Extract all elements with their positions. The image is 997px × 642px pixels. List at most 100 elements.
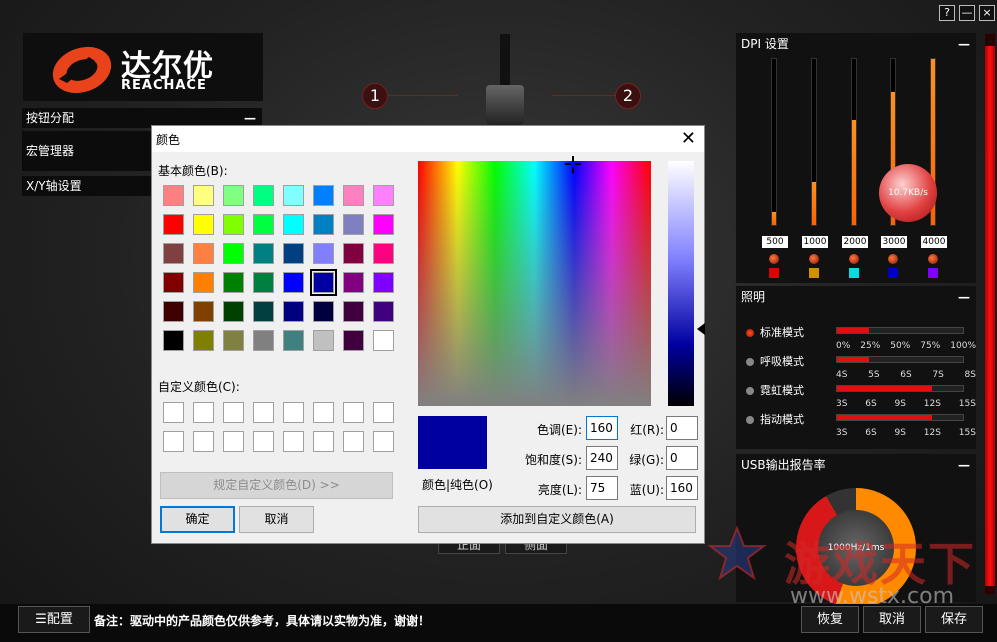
basic-color-swatch[interactable]: [343, 214, 364, 235]
lighting-slider[interactable]: [836, 385, 964, 392]
basic-color-swatch[interactable]: [283, 330, 304, 351]
lighting-slider[interactable]: [836, 356, 964, 363]
basic-color-swatch[interactable]: [313, 330, 334, 351]
custom-color-swatch[interactable]: [253, 431, 274, 452]
dpi-color-swatch[interactable]: [769, 268, 779, 278]
custom-color-swatch[interactable]: [313, 402, 334, 423]
basic-color-swatch[interactable]: [193, 330, 214, 351]
config-button[interactable]: ☰配置: [18, 606, 90, 633]
green-input[interactable]: 0: [666, 446, 698, 470]
basic-color-swatch[interactable]: [283, 214, 304, 235]
radio-icon[interactable]: [746, 358, 754, 366]
custom-color-swatch[interactable]: [373, 402, 394, 423]
custom-color-swatch[interactable]: [283, 431, 304, 452]
basic-color-swatch[interactable]: [343, 330, 364, 351]
dpi-color-swatch[interactable]: [849, 268, 859, 278]
blue-input[interactable]: 160: [666, 476, 698, 500]
basic-color-swatch[interactable]: [193, 272, 214, 293]
dpi-slider[interactable]: [811, 58, 817, 226]
restore-button[interactable]: 恢复: [801, 606, 859, 633]
define-custom-colors-button[interactable]: 规定自定义颜色(D) >>: [160, 472, 393, 499]
dialog-cancel-button[interactable]: 取消: [239, 506, 314, 533]
lighting-mode-option[interactable]: 霓虹模式: [746, 382, 804, 398]
cancel-button[interactable]: 取消: [863, 606, 921, 633]
basic-color-swatch[interactable]: [313, 214, 334, 235]
custom-color-swatch[interactable]: [313, 431, 334, 452]
custom-color-swatch[interactable]: [343, 402, 364, 423]
lighting-mode-option[interactable]: 指动模式: [746, 411, 804, 427]
basic-color-swatch[interactable]: [283, 243, 304, 264]
basic-color-swatch[interactable]: [373, 243, 394, 264]
radio-icon[interactable]: [746, 329, 754, 337]
dpi-indicator-dot[interactable]: [809, 254, 819, 264]
luminance-bar[interactable]: [668, 161, 694, 406]
basic-color-swatch[interactable]: [163, 330, 184, 351]
basic-color-swatch[interactable]: [253, 214, 274, 235]
hue-input[interactable]: 160: [586, 416, 618, 440]
add-to-custom-button[interactable]: 添加到自定义颜色(A): [418, 506, 696, 533]
basic-color-swatch[interactable]: [343, 185, 364, 206]
custom-color-swatch[interactable]: [223, 402, 244, 423]
dpi-slider[interactable]: [771, 58, 777, 226]
red-input[interactable]: 0: [666, 416, 698, 440]
radio-icon[interactable]: [746, 416, 754, 424]
dpi-indicator-dot[interactable]: [928, 254, 938, 264]
collapse-icon[interactable]: —: [958, 33, 970, 55]
basic-color-swatch[interactable]: [253, 185, 274, 206]
basic-color-swatch[interactable]: [223, 301, 244, 322]
basic-color-swatch[interactable]: [223, 330, 244, 351]
ok-button[interactable]: 确定: [160, 506, 235, 533]
custom-color-swatch[interactable]: [223, 431, 244, 452]
collapse-icon[interactable]: —: [958, 286, 970, 308]
custom-color-swatch[interactable]: [163, 431, 184, 452]
custom-color-swatch[interactable]: [343, 431, 364, 452]
basic-color-swatch[interactable]: [193, 301, 214, 322]
basic-color-swatch[interactable]: [283, 185, 304, 206]
basic-color-swatch[interactable]: [313, 301, 334, 322]
basic-color-swatch[interactable]: [310, 269, 337, 296]
lighting-slider[interactable]: [836, 414, 964, 421]
right-scrollbar[interactable]: [985, 34, 995, 594]
custom-color-swatch[interactable]: [373, 431, 394, 452]
basic-color-swatch[interactable]: [163, 185, 184, 206]
dpi-color-swatch[interactable]: [928, 268, 938, 278]
dpi-slider[interactable]: [851, 58, 857, 226]
basic-color-swatch[interactable]: [223, 243, 244, 264]
lighting-slider[interactable]: [836, 327, 964, 334]
mouse-button-badge-1[interactable]: 1: [362, 83, 388, 109]
dpi-color-swatch[interactable]: [809, 268, 819, 278]
basic-color-swatch[interactable]: [193, 185, 214, 206]
basic-color-swatch[interactable]: [253, 243, 274, 264]
luminance-input[interactable]: 75: [586, 476, 618, 500]
basic-color-swatch[interactable]: [163, 214, 184, 235]
dialog-close-icon[interactable]: ✕: [681, 128, 696, 149]
custom-color-swatch[interactable]: [283, 402, 304, 423]
basic-color-swatch[interactable]: [193, 243, 214, 264]
basic-color-swatch[interactable]: [163, 243, 184, 264]
basic-color-swatch[interactable]: [253, 272, 274, 293]
dpi-indicator-dot[interactable]: [888, 254, 898, 264]
saturation-input[interactable]: 240: [586, 446, 618, 470]
basic-color-swatch[interactable]: [343, 243, 364, 264]
basic-color-swatch[interactable]: [253, 301, 274, 322]
crosshair-icon[interactable]: [563, 156, 583, 176]
lighting-mode-option[interactable]: 呼吸模式: [746, 353, 804, 369]
basic-color-swatch[interactable]: [283, 272, 304, 293]
basic-color-swatch[interactable]: [343, 272, 364, 293]
basic-color-swatch[interactable]: [283, 301, 304, 322]
basic-color-swatch[interactable]: [253, 330, 274, 351]
basic-color-swatch[interactable]: [223, 185, 244, 206]
dpi-indicator-dot[interactable]: [849, 254, 859, 264]
luminance-arrow-icon[interactable]: [697, 323, 705, 335]
basic-color-swatch[interactable]: [313, 243, 334, 264]
basic-color-swatch[interactable]: [373, 185, 394, 206]
basic-color-swatch[interactable]: [163, 272, 184, 293]
basic-color-swatch[interactable]: [223, 214, 244, 235]
custom-color-swatch[interactable]: [163, 402, 184, 423]
color-spectrum[interactable]: [418, 161, 651, 406]
help-button[interactable]: ?: [939, 5, 955, 21]
basic-color-swatch[interactable]: [373, 214, 394, 235]
lighting-mode-option[interactable]: 标准模式: [746, 324, 804, 340]
save-button[interactable]: 保存: [925, 606, 983, 633]
custom-color-swatch[interactable]: [253, 402, 274, 423]
